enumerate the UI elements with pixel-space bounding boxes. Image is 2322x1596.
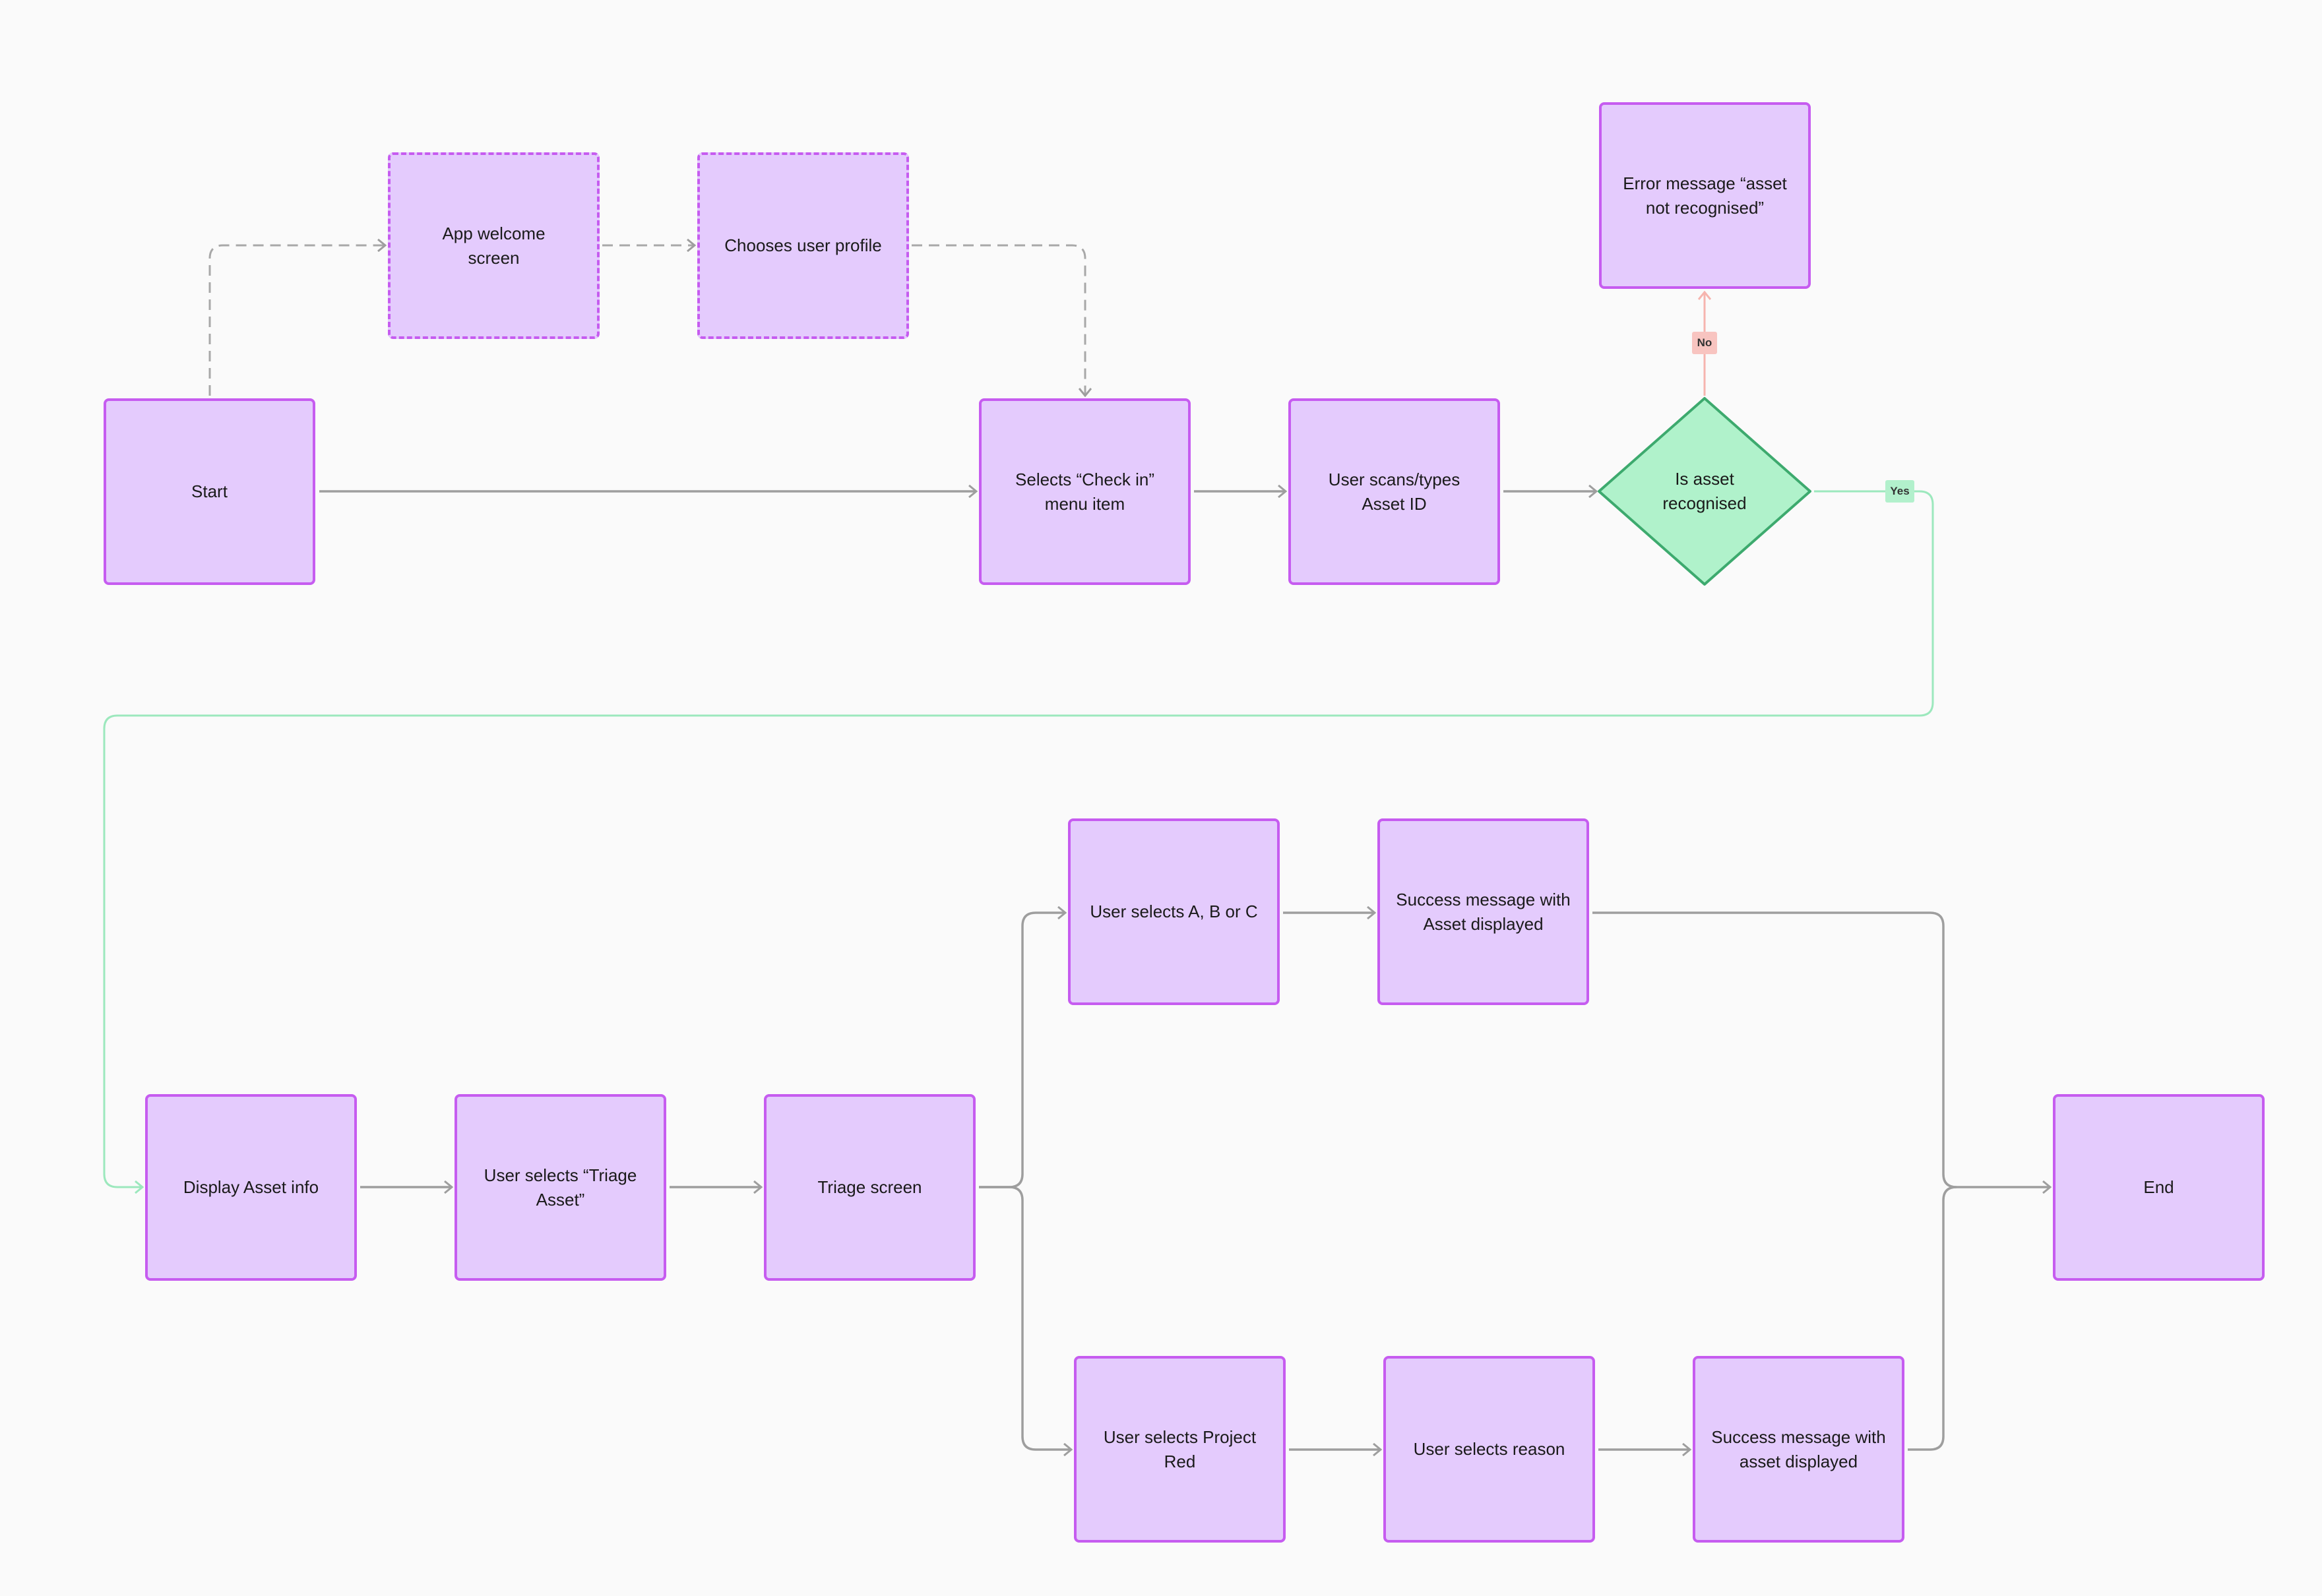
node-display-asset-info[interactable]: Display Asset info — [145, 1094, 357, 1281]
edge-success2-end — [1908, 1186, 1957, 1451]
decision-is-asset-recognised[interactable]: Is asset recognised — [1625, 467, 1784, 516]
node-user-selects-abc[interactable]: User selects A, B or C — [1068, 818, 1280, 1005]
node-user-scans-asset-id-label: User scans/types Asset ID — [1328, 469, 1460, 514]
edge-start-welcome — [208, 245, 385, 396]
node-user-selects-abc-label: User selects A, B or C — [1090, 902, 1258, 921]
edge-triagescreen-abc — [979, 913, 1065, 1188]
node-error-message[interactable]: Error message “asset not recognised” — [1599, 102, 1811, 289]
node-user-selects-project-red-label: User selects Project Red — [1103, 1427, 1257, 1471]
node-end[interactable]: End — [2053, 1094, 2265, 1281]
node-start[interactable]: Start — [104, 398, 315, 585]
edge-success1-end — [1592, 911, 2050, 1187]
decision-label: Is asset recognised — [1662, 469, 1747, 513]
node-user-selects-triage-asset[interactable]: User selects “Triage Asset” — [455, 1094, 666, 1281]
edge-triagescreen-projectred — [979, 1186, 1071, 1450]
node-chooses-user-profile-label: Chooses user profile — [724, 235, 882, 255]
node-selects-check-in-label: Selects “Check in” menu item — [1015, 469, 1154, 514]
edge-profile-checkin — [912, 244, 1085, 396]
node-app-welcome-screen-label: App welcome screen — [442, 223, 546, 268]
node-display-asset-info-label: Display Asset info — [183, 1177, 319, 1197]
edge-decision-display — [103, 490, 1934, 1187]
node-selects-check-in[interactable]: Selects “Check in” menu item — [979, 398, 1191, 585]
node-end-label: End — [2143, 1177, 2174, 1197]
node-success-message-1-label: Success message with Asset displayed — [1396, 889, 1571, 934]
node-user-selects-reason-label: User selects reason — [1413, 1439, 1565, 1459]
node-user-selects-project-red[interactable]: User selects Project Red — [1074, 1356, 1286, 1543]
node-user-selects-triage-asset-label: User selects “Triage Asset” — [484, 1165, 637, 1210]
node-success-message-1[interactable]: Success message with Asset displayed — [1377, 818, 1589, 1005]
edge-label-no: No — [1692, 332, 1717, 354]
node-success-message-2[interactable]: Success message with asset displayed — [1693, 1356, 1904, 1543]
node-app-welcome-screen[interactable]: App welcome screen — [388, 152, 600, 339]
node-chooses-user-profile[interactable]: Chooses user profile — [697, 152, 909, 339]
node-success-message-2-label: Success message with asset displayed — [1711, 1427, 1886, 1471]
node-user-selects-reason[interactable]: User selects reason — [1383, 1356, 1595, 1543]
node-error-message-label: Error message “asset not recognised” — [1623, 173, 1787, 218]
node-triage-screen-label: Triage screen — [817, 1177, 922, 1197]
node-triage-screen[interactable]: Triage screen — [764, 1094, 976, 1281]
edge-label-yes: Yes — [1885, 480, 1914, 503]
node-user-scans-asset-id[interactable]: User scans/types Asset ID — [1288, 398, 1500, 585]
node-start-label: Start — [191, 481, 228, 501]
